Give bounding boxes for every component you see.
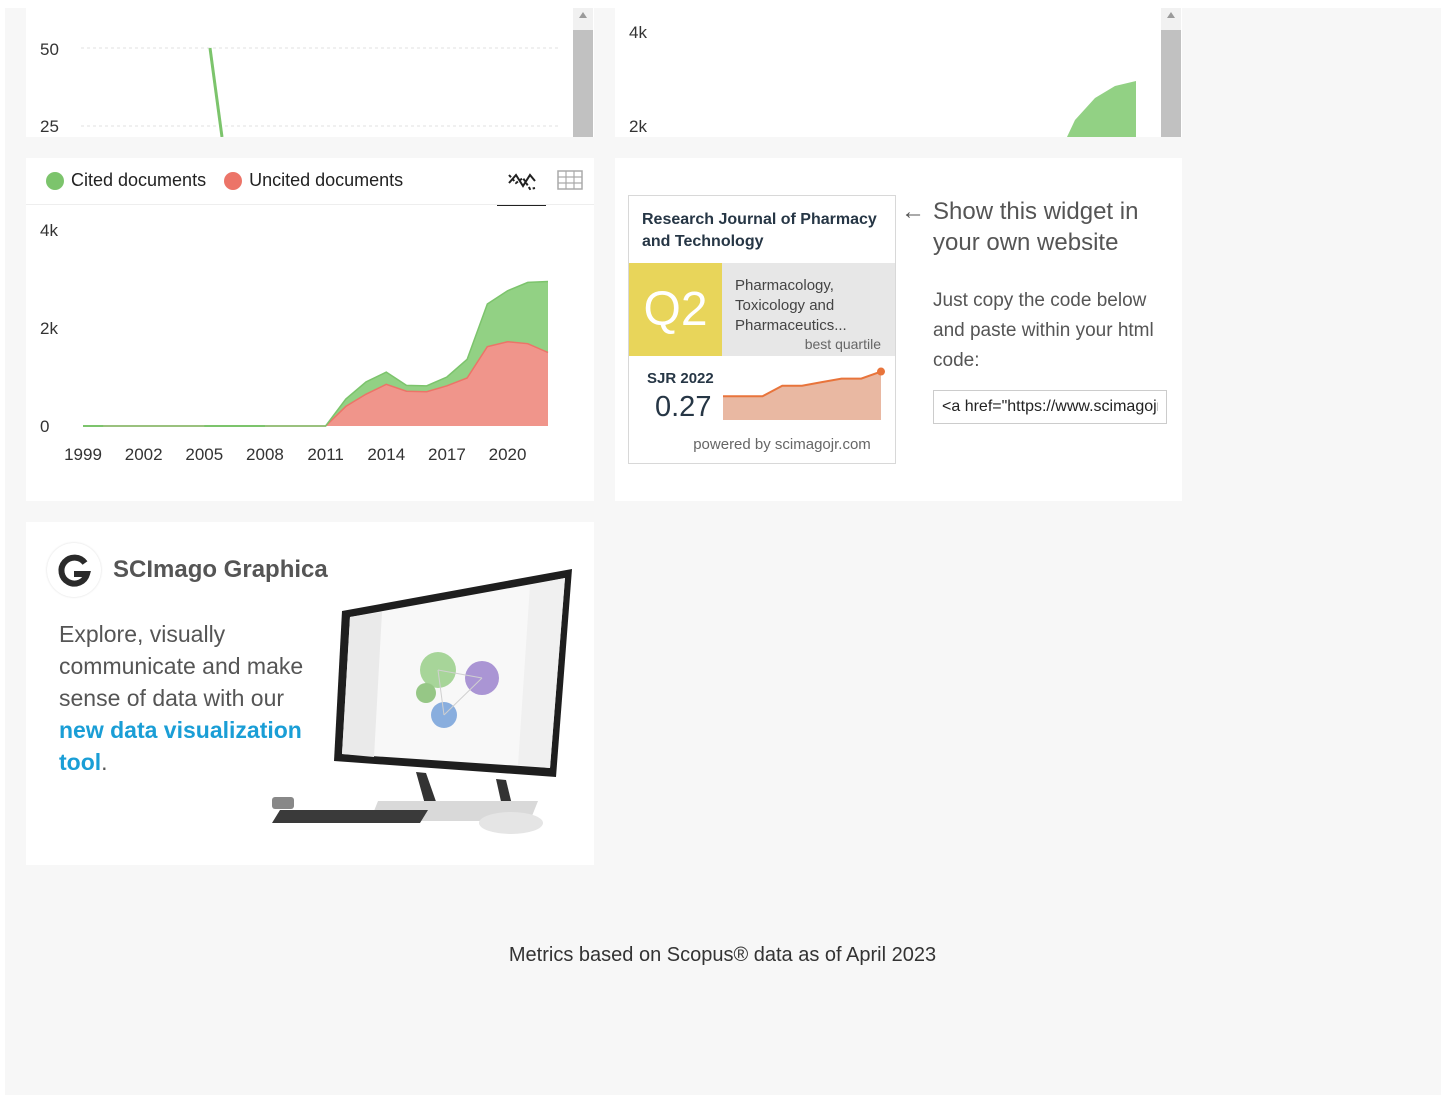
scroll-up-icon[interactable] — [579, 12, 587, 18]
x-tick-label: 2002 — [125, 445, 163, 464]
x-tick-label: 1999 — [64, 445, 102, 464]
scrollbar[interactable] — [1161, 8, 1181, 137]
x-tick-label: 2020 — [489, 445, 527, 464]
sjr-value: 0.27 — [655, 391, 712, 423]
top-right-chart — [1067, 81, 1136, 137]
scrollbar-thumb[interactable] — [1161, 30, 1181, 137]
left-arrow-icon: ← — [901, 198, 925, 225]
y-tick-label: 25 — [40, 117, 59, 136]
citations-area-chart: 4k 2k 0 1999 2002 2005 2008 2011 2014 2017 2020 — [40, 221, 549, 464]
series-line — [208, 47, 224, 137]
sjr-sparkline — [723, 367, 885, 420]
top-left-chart-card: 50 25 — [26, 8, 594, 137]
quartile-badge: Q2 — [629, 263, 722, 356]
category-text: Pharmacology, Toxicology and Pharmaceuti… — [735, 277, 847, 334]
y-tick-label: 2k — [40, 319, 58, 338]
y-tick-label: 4k — [629, 23, 647, 42]
graphica-text-end: . — [101, 749, 108, 775]
x-tick-label: 2011 — [307, 445, 344, 464]
x-tick-label: 2017 — [428, 445, 466, 464]
mouse — [479, 812, 543, 834]
graphica-link[interactable]: new data visualization tool — [59, 717, 302, 775]
scimago-widget[interactable]: Research Journal of Pharmacy and Technol… — [628, 195, 896, 464]
keyboard — [272, 810, 428, 823]
category-box: Pharmacology, Toxicology and Pharmaceuti… — [722, 263, 895, 356]
powered-by-label: powered by scimagojr.com — [693, 436, 871, 453]
graphica-g-icon — [58, 554, 91, 587]
scroll-up-icon[interactable] — [1167, 12, 1175, 18]
scrollbar[interactable] — [573, 8, 593, 137]
sjr-end-point — [877, 367, 885, 376]
top-right-chart-card: 4k 2k — [615, 8, 1182, 137]
embed-description: Just copy the code below and paste withi… — [933, 290, 1154, 371]
footer-text: Metrics based on Scopus® data as of Apri… — [508, 944, 937, 966]
y-tick-label: 2k — [629, 117, 647, 136]
embed-title: Show this widget in your own website — [933, 198, 1139, 256]
y-tick-label: 50 — [40, 40, 59, 59]
x-tick-label: 2014 — [367, 445, 405, 464]
citations-chart-card: Cited documents Uncited documents 4k 2k 0 1… — [26, 158, 594, 501]
x-tick-label: 2005 — [185, 445, 223, 464]
best-quartile-label: best quartile — [804, 336, 881, 352]
sjr-label: SJR 2022 — [647, 370, 714, 387]
speaker — [272, 797, 294, 809]
graphica-logo — [47, 543, 101, 597]
x-tick-label: 2008 — [246, 445, 284, 464]
scrollbar-thumb[interactable] — [573, 30, 593, 137]
y-tick-label: 4k — [40, 221, 58, 240]
top-left-chart — [81, 47, 559, 137]
y-tick-label: 0 — [40, 417, 49, 436]
embed-code-input[interactable] — [933, 390, 1167, 424]
computer-illustration — [272, 569, 572, 834]
cited-area — [1067, 81, 1136, 137]
graphica-text: Explore, visually communicate and make s… — [59, 621, 304, 711]
widget-journal-title: Research Journal of Pharmacy and Technol… — [642, 211, 877, 250]
